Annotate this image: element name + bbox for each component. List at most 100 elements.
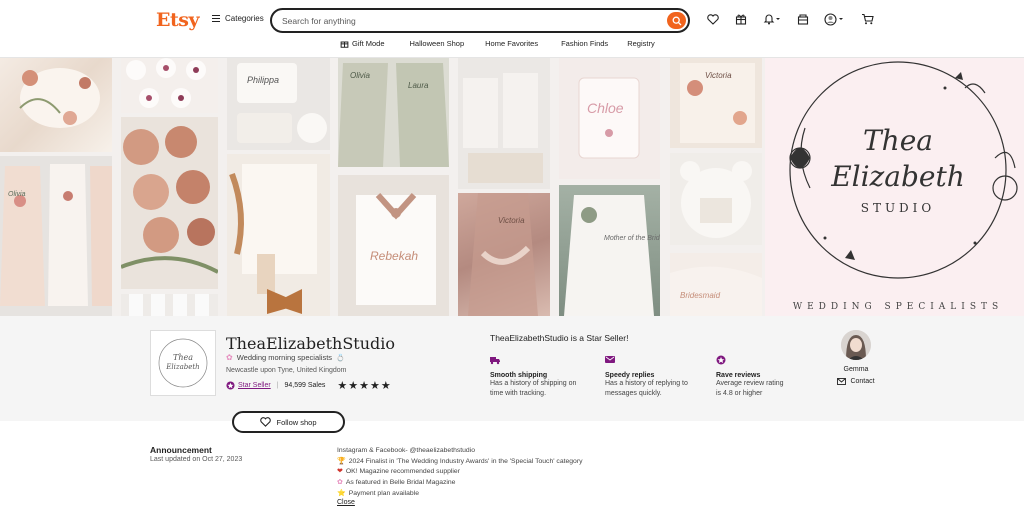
shop-location: Newcastle upon Tyne, United Kingdom bbox=[226, 367, 347, 374]
mail-icon bbox=[837, 378, 847, 385]
announcement-line-text: Payment plan available bbox=[348, 489, 419, 497]
announcement-line-text: As featured in Belle Bridal Magazine bbox=[345, 479, 456, 487]
perk-title: Speedy replies bbox=[605, 372, 655, 379]
shop-owner: Gemma Contact bbox=[826, 330, 886, 385]
etsy-logo[interactable]: Etsy bbox=[156, 9, 200, 31]
rating-stars[interactable]: ★★★★★ bbox=[337, 379, 391, 392]
search-button[interactable] bbox=[667, 12, 686, 29]
nav-gift-mode-label: Gift Mode bbox=[352, 39, 385, 48]
announcement-date: Last updated on Oct 27, 2023 bbox=[150, 456, 243, 463]
announcement-line: ❤ OK! Magazine recommended supplier bbox=[337, 467, 583, 478]
nav-registry[interactable]: Registry bbox=[621, 39, 668, 48]
announcement-close-link[interactable]: Close bbox=[337, 499, 355, 506]
logo-line2: Elizabeth bbox=[830, 160, 965, 193]
star-seller-label: Star Seller bbox=[238, 382, 271, 389]
categories-label: Categories bbox=[225, 14, 264, 23]
perk-title: Rave reviews bbox=[716, 372, 761, 379]
banner-photo-bottles bbox=[121, 294, 218, 316]
banner-photo-gift-bag: Rebekah bbox=[338, 175, 449, 316]
flower-icon: ✿ bbox=[226, 353, 233, 362]
tile-name-victoria: Victoria bbox=[705, 71, 732, 80]
nav-gift-mode[interactable]: Gift Mode bbox=[340, 39, 398, 48]
logo-line3: STUDIO bbox=[861, 201, 936, 215]
banner-photo-bridesmaid-robe: Bridesmaid bbox=[670, 253, 762, 316]
gift-icon[interactable] bbox=[734, 12, 748, 26]
perk-desc: messages quickly. bbox=[605, 390, 662, 397]
star-icon: ⭐ bbox=[337, 489, 346, 497]
tile-name-laura: Laura bbox=[408, 81, 429, 90]
perk-desc: Has a history of shipping on bbox=[490, 380, 577, 387]
announcement-line-text: Instagram & Facebook- @theaelizabethstud… bbox=[337, 447, 476, 454]
banner-photo-bridesmaid-box bbox=[227, 154, 330, 316]
tile-name-victoria-2: Victoria bbox=[498, 216, 525, 225]
banner-photo-name-plaques: Philippa bbox=[227, 58, 330, 150]
heart-icon bbox=[260, 417, 272, 427]
message-icon bbox=[605, 356, 615, 363]
owner-avatar[interactable] bbox=[841, 330, 871, 360]
star-seller-icon bbox=[226, 381, 235, 390]
registry-icon[interactable] bbox=[796, 12, 810, 26]
shop-logo-line1: Thea bbox=[173, 353, 193, 362]
gift-icon bbox=[340, 41, 349, 48]
tile-name-olivia: Olivia bbox=[350, 71, 371, 80]
announcement-line: Instagram & Facebook- @theaelizabethstud… bbox=[337, 446, 583, 457]
perk-desc: time with tracking. bbox=[490, 390, 547, 397]
bell-icon[interactable] bbox=[762, 12, 782, 26]
announcement-line: 🏆 2024 Finalist in 'The Wedding Industry … bbox=[337, 457, 583, 468]
banner-photo-robe-floral bbox=[0, 58, 112, 152]
contact-label: Contact bbox=[850, 378, 875, 385]
follow-shop-button[interactable]: Follow shop bbox=[232, 411, 345, 433]
shop-name: TheaElizabethStudio bbox=[226, 334, 395, 353]
banner-shop-logo: Thea Elizabeth STUDIO WEDDING SPECIALIST… bbox=[765, 58, 1024, 316]
tile-name-rebekah: Rebekah bbox=[370, 249, 418, 263]
star-seller-link[interactable]: Star Seller bbox=[226, 381, 271, 390]
shop-avatar-logo[interactable]: Thea Elizabeth bbox=[150, 330, 216, 396]
follow-label: Follow shop bbox=[276, 417, 317, 427]
announcement-body: Instagram & Facebook- @theaelizabethstud… bbox=[337, 446, 583, 500]
perk-desc: is 4.8 or higher bbox=[716, 390, 763, 397]
banner-photo-robes-hanging: Olivia bbox=[0, 156, 112, 316]
announcement-line: ✿ As featured in Belle Bridal Magazine bbox=[337, 478, 583, 489]
shop-banner: Olivia Philippa Olivia Laura Rebekah Vict… bbox=[0, 58, 1024, 316]
search-bar bbox=[270, 8, 690, 33]
trophy-icon: 🏆 bbox=[337, 457, 346, 465]
perk-speedy-replies: Speedy replies Has a history of replying… bbox=[605, 354, 715, 399]
banner-photo-victoria-robe: Victoria bbox=[670, 58, 762, 148]
perk-smooth-shipping: Smooth shipping Has a history of shippin… bbox=[490, 354, 600, 399]
nav-home-favorites[interactable]: Home Favorites bbox=[477, 39, 551, 48]
banner-photo-bath-bombs bbox=[121, 58, 218, 113]
banner-photo-robe-back: Mother of the Bride bbox=[559, 185, 660, 316]
perk-title: Smooth shipping bbox=[490, 372, 548, 379]
announcement-line-text: OK! Magazine recommended supplier bbox=[345, 468, 460, 476]
nav-fashion-finds[interactable]: Fashion Finds bbox=[551, 39, 621, 48]
ring-icon: 💍 bbox=[336, 354, 345, 362]
account-icon[interactable] bbox=[824, 12, 846, 26]
svg-text:Mother of the Bride: Mother of the Bride bbox=[604, 235, 660, 242]
flower-icon: ✿ bbox=[337, 479, 343, 487]
tagline-text: Wedding morning specialists bbox=[236, 353, 333, 362]
shop-tagline: ✿ Wedding morning specialists 💍 bbox=[226, 353, 345, 362]
contact-button[interactable]: Contact bbox=[826, 378, 886, 385]
sub-navigation: Gift Mode Halloween Shop Home Favorites … bbox=[340, 39, 668, 48]
truck-icon bbox=[490, 357, 500, 365]
announcement-line-text: 2024 Finalist in 'The Wedding Industry A… bbox=[348, 457, 583, 465]
nav-halloween-shop[interactable]: Halloween Shop bbox=[398, 39, 478, 48]
banner-photo-compact-mirrors bbox=[121, 117, 218, 289]
banner-photo-robes-sage: Olivia Laura bbox=[338, 58, 449, 167]
svg-text:Bridesmaid: Bridesmaid bbox=[680, 291, 721, 300]
stats-divider: | bbox=[276, 382, 279, 389]
heart-icon[interactable] bbox=[706, 12, 720, 26]
shop-info-section: Thea Elizabeth TheaElizabethStudio ✿ Wedd… bbox=[0, 316, 1024, 421]
banner-photo-hangers bbox=[458, 58, 550, 189]
banner-photo-candle: Chloe bbox=[559, 58, 660, 179]
perk-desc: Has a history of replying to bbox=[605, 380, 688, 387]
categories-button[interactable]: Categories bbox=[212, 14, 264, 23]
banner-photo-teddy-bear bbox=[670, 153, 762, 245]
tile-name-philippa: Philippa bbox=[247, 75, 279, 85]
search-input[interactable] bbox=[282, 14, 662, 28]
announcement-title: Announcement bbox=[150, 445, 212, 455]
heart-red-icon: ❤ bbox=[337, 468, 343, 476]
logo-line1: Thea bbox=[863, 124, 933, 157]
search-icon bbox=[672, 16, 681, 25]
cart-icon[interactable] bbox=[860, 12, 874, 26]
